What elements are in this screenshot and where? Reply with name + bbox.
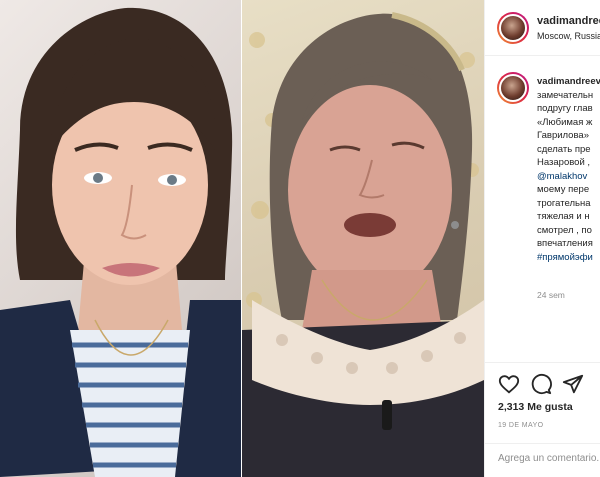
caption-line: Назаровой , <box>537 157 591 168</box>
caption-author-avatar[interactable] <box>497 72 529 104</box>
caption-line: впечатления <box>537 238 593 249</box>
caption-line: сделать пре <box>537 143 591 155</box>
heart-icon[interactable] <box>498 373 520 395</box>
post-caption: vadimandreev замечательн подругу глав «Люби… <box>537 75 600 264</box>
post-image[interactable] <box>0 0 484 477</box>
caption-line: «Любимая ж <box>537 116 593 128</box>
header-location[interactable]: Moscow, Russia <box>537 31 600 41</box>
caption-line: трогательна <box>537 197 591 209</box>
caption-line: замечательн <box>537 89 594 101</box>
caption-line: тяжелая и н <box>537 211 590 222</box>
author-avatar[interactable] <box>497 12 529 44</box>
caption-line: Гаврилова» <box>537 130 589 141</box>
caption-link[interactable]: #прямойэфи <box>537 251 600 265</box>
likes-count[interactable]: 2,313 Me gusta <box>498 401 573 413</box>
caption-link[interactable]: @malakhov <box>537 170 600 184</box>
comment-bubble-icon[interactable] <box>530 373 552 395</box>
caption-time-ago: 24 sem <box>537 290 565 300</box>
post-date: 19 DE MAYO <box>498 422 544 429</box>
caption-line: моему пере <box>537 184 590 195</box>
photo-left-woman-portrait <box>0 0 241 477</box>
comment-form <box>485 443 600 477</box>
caption-line: подругу глав <box>537 103 593 114</box>
caption-line: смотрел , по <box>537 224 592 236</box>
post-header: vadimandreev Moscow, Russia <box>485 0 600 56</box>
portrait-right-illustration <box>242 12 484 477</box>
header-username[interactable]: vadimandreev <box>537 15 600 27</box>
portrait-left-illustration <box>0 7 241 477</box>
post-side-panel: vadimandreev Moscow, Russia vadimandreev… <box>484 0 600 477</box>
paper-plane-icon[interactable] <box>562 373 584 395</box>
photo-right-woman-interview <box>242 0 484 477</box>
comment-input[interactable] <box>498 453 600 464</box>
caption-author-name[interactable]: vadimandreev <box>537 75 600 89</box>
